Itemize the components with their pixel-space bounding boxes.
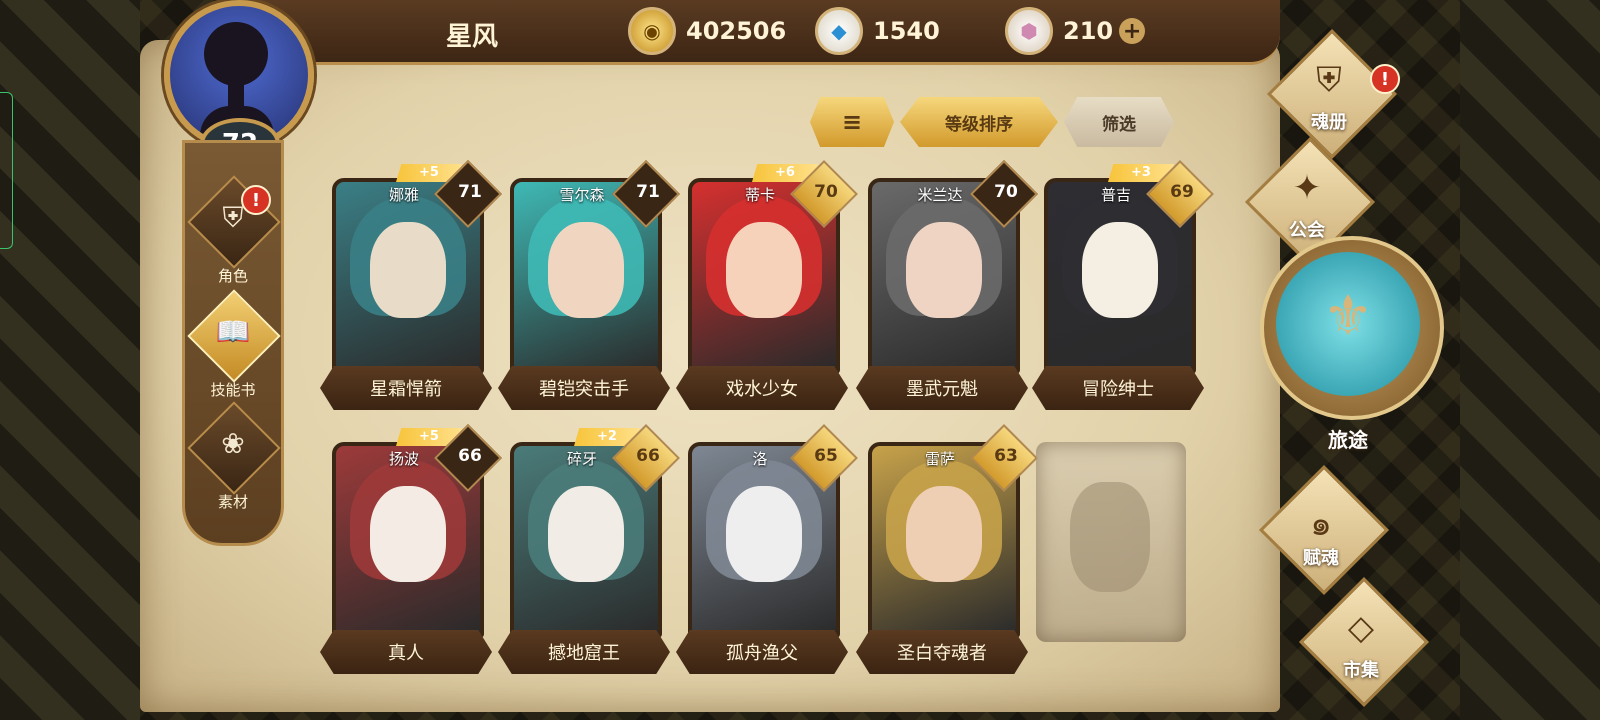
hero-face [548, 222, 624, 318]
hero-face [1082, 222, 1158, 318]
book-icon: 📖 [215, 315, 251, 348]
nav-label: 素材 [217, 493, 248, 511]
hero-level: 66 [458, 446, 482, 466]
hero-card[interactable]: 普吉 +3 69 冒险绅士 [1032, 160, 1214, 418]
hero-title: 孤舟渔父 [676, 630, 848, 674]
hero-title: 冒险绅士 [1032, 366, 1204, 410]
nav-label: 赋魂 [1303, 548, 1339, 569]
hero-level: 70 [814, 182, 838, 202]
filter-button[interactable]: 筛选 [1064, 97, 1174, 147]
player-name: 星风 [446, 22, 499, 52]
hero-level: 71 [458, 182, 482, 202]
hero-face [726, 222, 802, 318]
hero-face [370, 222, 446, 318]
hero-card[interactable]: 扬波 +5 66 真人 [320, 424, 502, 682]
nav-label: 魂册 [1311, 112, 1347, 133]
hero-card[interactable]: 雪尔森 71 碧铠突击手 [498, 160, 680, 418]
nav-label: 角色 [217, 267, 248, 285]
nav-item-materials[interactable]: ❀ 素材 [185, 401, 281, 515]
hero-face [726, 486, 802, 582]
crystal-resource: ◆ 1540 [815, 7, 940, 55]
crystal-value: 1540 [873, 17, 940, 45]
nav-item-skillbook[interactable]: 📖 技能书 [185, 289, 281, 403]
hero-card[interactable]: 蒂卡 +6 70 戏水少女 [676, 160, 858, 418]
right-background-edge [1460, 0, 1600, 720]
hero-title: 星霜悍箭 [320, 366, 492, 410]
hero-card[interactable]: 雷萨 63 圣白夺魂者 [856, 424, 1038, 682]
edge-handle[interactable] [0, 92, 13, 249]
nav-journey[interactable]: ⚜ 旅途 [1260, 236, 1444, 456]
nav-soul-book[interactable]: ⛨ 魂册 ! [1262, 28, 1400, 160]
hero-level: 63 [994, 446, 1018, 466]
left-background-edge [0, 0, 140, 720]
compass-emblem-icon: ⚜ [1322, 284, 1374, 349]
hero-title: 戏水少女 [676, 366, 848, 410]
nav-market[interactable]: ◇ 市集 [1294, 576, 1430, 708]
gem-shop-icon: ◇ [1347, 608, 1375, 648]
hero-card[interactable]: 碎牙 +2 66 撼地窟王 [498, 424, 680, 682]
nav-label: 技能书 [210, 381, 256, 399]
swirl-icon: ๑ [1310, 504, 1332, 544]
hero-level: 65 [814, 446, 838, 466]
hero-title: 墨武元魁 [856, 366, 1028, 410]
hero-card[interactable]: 娜雅 +5 71 星霜悍箭 [320, 160, 502, 418]
hero-level: 69 [1170, 182, 1194, 202]
nav-item-role[interactable]: ⛨ 角色 ! [185, 175, 281, 289]
hero-level: 70 [994, 182, 1018, 202]
wolf-emblem-icon: ✦ [1292, 168, 1322, 208]
hero-title: 圣白夺魂者 [856, 630, 1028, 674]
nav-label: 旅途 [1328, 428, 1368, 452]
hero-title: 碧铠突击手 [498, 366, 670, 410]
sort-toolbar: ≡ 等级排序 筛选 [810, 97, 1180, 149]
hero-level: 71 [636, 182, 660, 202]
gold-resource: ◉ 402506 [628, 7, 787, 55]
mask-icon: ❀ [221, 427, 245, 460]
gem-value: 210 [1063, 17, 1114, 45]
locked-hero-silhouette [1070, 482, 1150, 592]
left-nav: ⛨ 角色 ! 📖 技能书 ❀ 素材 [182, 140, 284, 546]
alert-icon: ! [1370, 64, 1400, 94]
nav-soul-infuse[interactable]: ๑ 赋魂 [1254, 464, 1390, 596]
sort-by-level-button[interactable]: 等级排序 [900, 97, 1058, 147]
hero-face [548, 486, 624, 582]
hero-title: 撼地窟王 [498, 630, 670, 674]
pink-gem-icon: ⬢ [1005, 7, 1053, 55]
blue-crystal-icon: ◆ [815, 7, 863, 55]
alert-icon: ! [241, 185, 271, 215]
hero-face [370, 486, 446, 582]
hero-face [906, 222, 982, 318]
hero-card[interactable]: 洛 65 孤舟渔父 [676, 424, 858, 682]
add-gem-button[interactable]: + [1119, 18, 1146, 44]
locked-hero-card[interactable] [1036, 442, 1186, 642]
avatar-head-silhouette [204, 22, 268, 86]
hero-level: 66 [636, 446, 660, 466]
gem-resource: ⬢ 210 + [1005, 7, 1146, 55]
gold-coin-icon: ◉ [628, 7, 676, 55]
sort-order-button[interactable]: ≡ [810, 97, 894, 147]
nav-label: 市集 [1343, 660, 1379, 681]
hero-title: 真人 [320, 630, 492, 674]
hero-card[interactable]: 米兰达 70 墨武元魁 [856, 160, 1038, 418]
hero-face [906, 486, 982, 582]
gold-value: 402506 [686, 17, 787, 45]
